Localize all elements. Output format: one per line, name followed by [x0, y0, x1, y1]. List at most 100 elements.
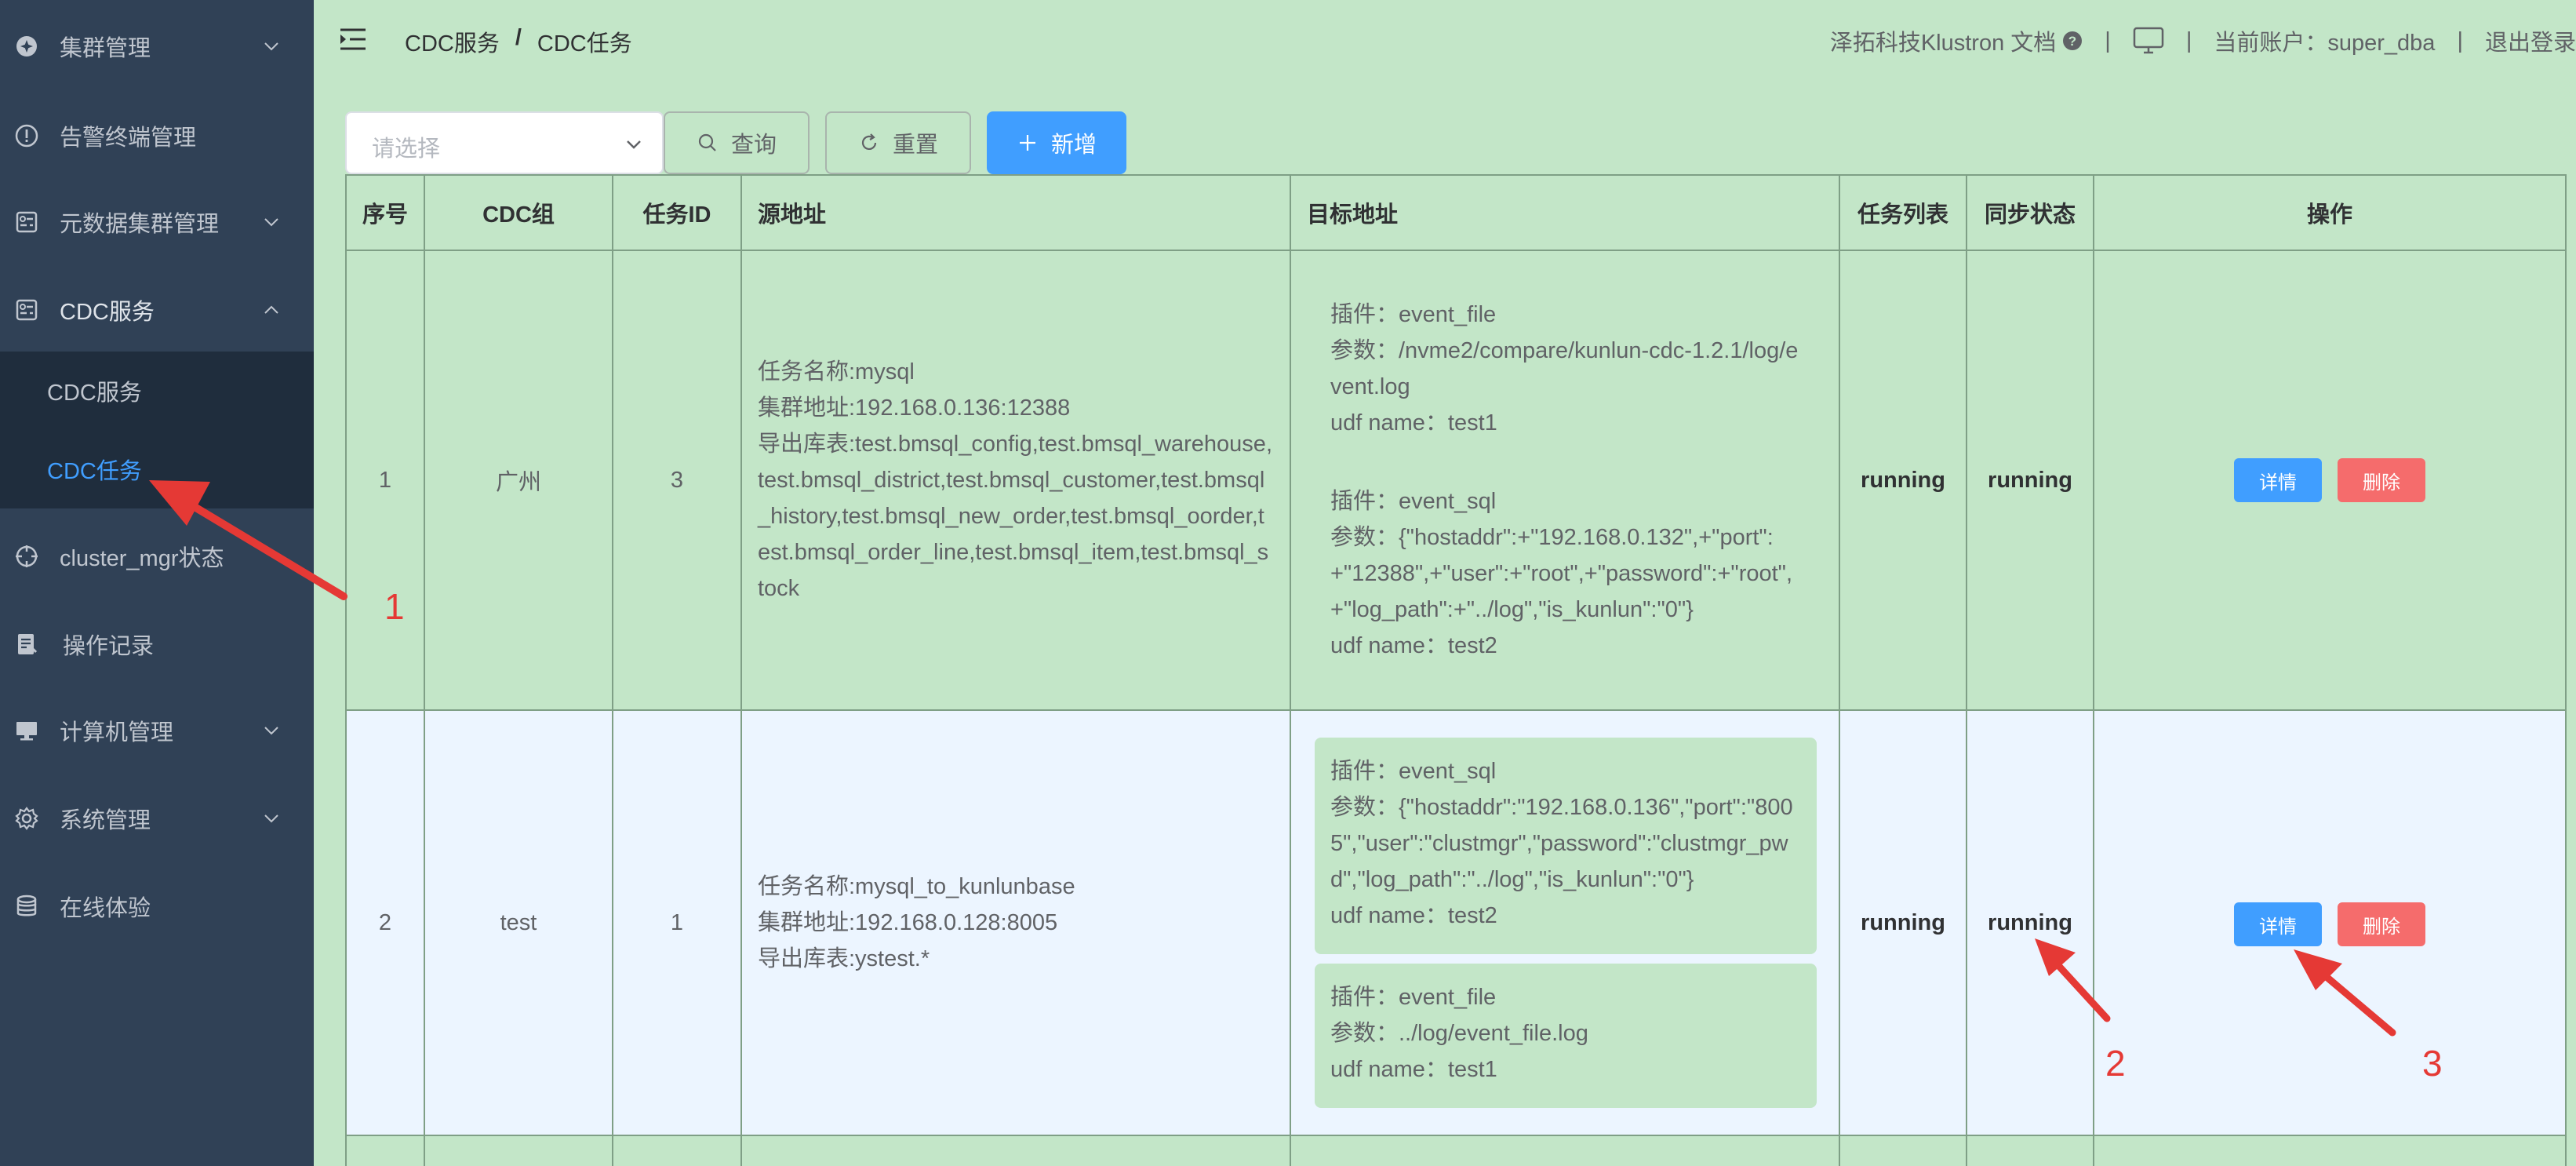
- svg-text:?: ?: [2068, 34, 2076, 49]
- detail-button[interactable]: 详情: [2234, 458, 2322, 502]
- target-card: 插件：event_sql 参数：{"hostaddr":"192.168.0.1…: [1315, 738, 1817, 954]
- menu-toggle-icon[interactable]: [339, 27, 367, 52]
- chevron-down-icon: [264, 218, 278, 227]
- sidebar-item-cluster-management[interactable]: 集群管理: [0, 3, 314, 89]
- breadcrumb-item-cdc-task: CDC任务: [537, 31, 632, 56]
- header-divider: |: [2457, 27, 2463, 53]
- sidebar-subitem-label: CDC服务: [47, 381, 142, 406]
- target-udf: udf name：test1: [1330, 410, 1497, 435]
- target-plugin: 插件：event_sql: [1330, 759, 1497, 784]
- add-button[interactable]: 新增: [987, 111, 1126, 174]
- sidebar-item-label: 告警终端管理: [60, 126, 197, 151]
- sidebar-item-online-experience[interactable]: 在线体验: [0, 863, 314, 949]
- sidebar-item-label: 在线体验: [60, 896, 151, 921]
- chevron-down-icon: [264, 727, 278, 735]
- target-card: 插件：event_file 参数：../log/event_file.log u…: [1315, 964, 1817, 1108]
- target-params: 参数：/nvme2/compare/kunlun-cdc-1.2.1/log/e…: [1330, 338, 1799, 399]
- sidebar-item-label: cluster_mgr状态: [60, 546, 224, 571]
- breadcrumb-item-cdc-service[interactable]: CDC服务: [405, 25, 500, 58]
- sidebar-item-label: 集群管理: [60, 36, 151, 61]
- cell-empty: [742, 1136, 1291, 1166]
- cell-target: 插件：event_file 参数：/nvme2/compare/kunlun-c…: [1291, 251, 1840, 709]
- cell-empty: [613, 1136, 742, 1166]
- current-account: 当前账户：super_dba: [2214, 31, 2436, 56]
- monitor-icon[interactable]: [2133, 27, 2164, 55]
- query-button[interactable]: 查询: [664, 111, 810, 174]
- add-button-label: 新增: [1050, 133, 1097, 158]
- cell-source: 任务名称:mysql 集群地址:192.168.0.136:12388 导出库表…: [742, 251, 1291, 709]
- table-row: 1 广州 3 任务名称:mysql 集群地址:192.168.0.136:123…: [347, 251, 2567, 711]
- sidebar-item-label: 操作记录: [63, 634, 155, 659]
- sidebar-item-operation-records[interactable]: 操作记录: [0, 601, 314, 687]
- annotation-label-2: 2: [2105, 1043, 2126, 1084]
- sidebar-subitem-cdc-service[interactable]: CDC服务: [0, 352, 314, 430]
- table-row: 2 test 1 任务名称:mysql_to_kunlunbase 集群地址:1…: [347, 711, 2567, 1136]
- cell-task-id: 3: [613, 251, 742, 709]
- sidebar: 集群管理 告警终端管理 元数据集群管理 CDC服务 CDC服务 CDC任务 cl…: [0, 0, 314, 1166]
- breadcrumb: CDC服务 / CDC任务: [405, 25, 632, 58]
- header-actions: 泽拓科技Klustron 文档 ? | | 当前账户：super_dba | 退…: [1830, 24, 2576, 58]
- cdc-task-table: 序号 CDC组 任务ID 源地址 目标地址 任务列表 同步状态 操作 1 广州 …: [345, 174, 2567, 1166]
- chevron-up-icon: [264, 305, 278, 314]
- search-icon: [698, 133, 716, 151]
- cell-cdc-group: 广州: [425, 251, 613, 709]
- crosshair-icon: [16, 545, 38, 567]
- docs-link[interactable]: 泽拓科技Klustron 文档: [1830, 24, 2056, 57]
- cell-empty: [347, 1136, 425, 1166]
- sidebar-item-system-management[interactable]: 系统管理: [0, 775, 314, 862]
- source-cluster-addr: 集群地址:192.168.0.136:12388: [758, 395, 1071, 421]
- cell-sync-status: running: [1967, 251, 2094, 709]
- chevron-down-icon: [264, 814, 278, 823]
- sidebar-item-metadata-cluster[interactable]: 元数据集群管理: [0, 179, 314, 265]
- target-udf: udf name：test1: [1330, 1057, 1497, 1082]
- cell-empty: [1840, 1136, 1967, 1166]
- sidebar-item-label: 元数据集群管理: [60, 212, 220, 237]
- table-row-partial: [347, 1136, 2567, 1166]
- annotation-label-3: 3: [2422, 1043, 2443, 1084]
- target-params: 参数：../log/event_file.log: [1330, 1021, 1588, 1046]
- record-icon: [18, 634, 38, 654]
- cluster-icon: [16, 36, 37, 56]
- sidebar-item-computer-management[interactable]: 计算机管理: [0, 687, 314, 774]
- target-plugin: 插件：event_file: [1330, 985, 1497, 1010]
- delete-button[interactable]: 删除: [2338, 902, 2425, 946]
- logout-link[interactable]: 退出登录: [2485, 24, 2576, 57]
- target-params: 参数：{"hostaddr":"192.168.0.136","port":"8…: [1330, 795, 1793, 892]
- header-index: 序号: [347, 176, 425, 250]
- header-sync-status: 同步状态: [1967, 176, 2094, 250]
- cdc-group-select[interactable]: 请选择: [345, 111, 664, 174]
- detail-button[interactable]: 详情: [2234, 902, 2322, 946]
- query-button-label: 查询: [730, 133, 777, 158]
- table-header-row: 序号 CDC组 任务ID 源地址 目标地址 任务列表 同步状态 操作: [347, 174, 2567, 251]
- sidebar-item-cdc-service[interactable]: CDC服务: [0, 267, 314, 353]
- question-circle-icon[interactable]: ?: [2062, 31, 2083, 51]
- cell-task-list: running: [1840, 711, 1967, 1135]
- source-info: 任务名称:mysql 集群地址:192.168.0.136:12388 导出库表…: [742, 354, 1290, 607]
- cell-index: 2: [347, 711, 425, 1135]
- source-info: 任务名称:mysql_to_kunlunbase 集群地址:192.168.0.…: [742, 869, 1091, 977]
- sidebar-subitem-cdc-task[interactable]: CDC任务: [0, 430, 314, 508]
- source-task-name: 任务名称:mysql_to_kunlunbase: [758, 874, 1075, 899]
- reset-button[interactable]: 重置: [825, 111, 971, 174]
- sidebar-item-label: 计算机管理: [60, 720, 174, 745]
- database-icon: [16, 895, 37, 916]
- header-operations: 操作: [2094, 176, 2567, 250]
- cell-operations: 详情 删除: [2094, 711, 2567, 1135]
- header-divider: |: [2185, 27, 2192, 53]
- breadcrumb-separator: /: [515, 25, 522, 50]
- source-export-tables: 导出库表:test.bmsql_config,test.bmsql_wareho…: [758, 432, 1272, 601]
- header-task-list: 任务列表: [1840, 176, 1967, 250]
- header-target: 目标地址: [1291, 176, 1840, 250]
- annotation-label-1: 1: [384, 586, 405, 627]
- chevron-down-icon: [627, 140, 641, 149]
- alert-icon: [15, 124, 38, 148]
- source-cluster-addr: 集群地址:192.168.0.128:8005: [758, 910, 1058, 935]
- sidebar-item-cluster-mgr-status[interactable]: cluster_mgr状态: [0, 513, 314, 599]
- top-header: CDC服务 / CDC任务 泽拓科技Klustron 文档 ? | | 当前账户…: [314, 0, 2576, 82]
- target-udf: udf name：test2: [1330, 903, 1497, 928]
- cell-empty: [2094, 1136, 2567, 1166]
- sidebar-item-alert-terminal[interactable]: 告警终端管理: [0, 93, 314, 179]
- delete-button[interactable]: 删除: [2338, 458, 2425, 502]
- reset-button-label: 重置: [892, 133, 938, 158]
- computer-icon: [16, 722, 37, 741]
